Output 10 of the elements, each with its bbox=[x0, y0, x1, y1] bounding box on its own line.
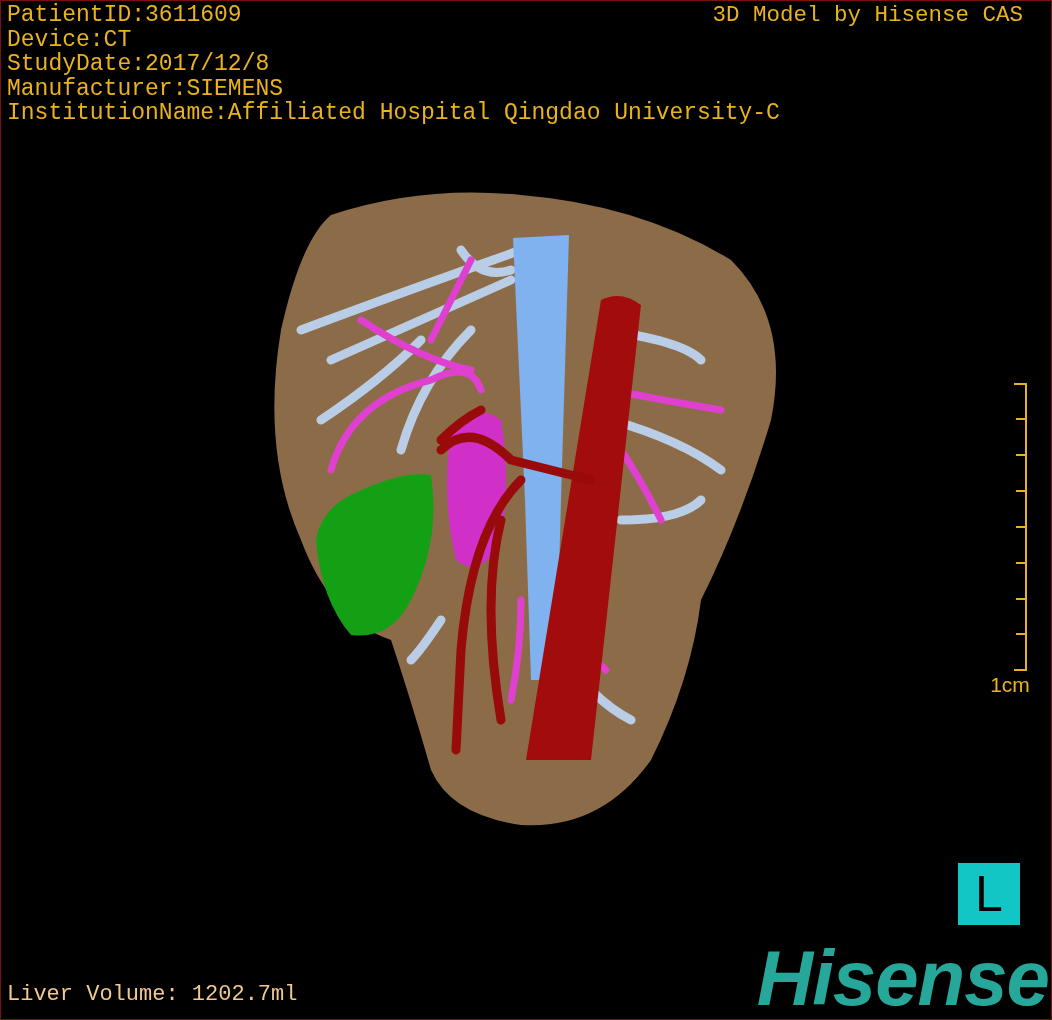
patient-info-line: PatientID:3611609 bbox=[7, 3, 242, 28]
patient-info-line: InstitutionName:Affiliated Hospital Qingdao University-C bbox=[7, 101, 780, 126]
patient-info-line: Device:CT bbox=[7, 27, 132, 52]
brand-logo: Hisense bbox=[756, 943, 1049, 1013]
orientation-marker: L bbox=[958, 863, 1020, 925]
model-title: 3D Model by Hisense CAS bbox=[712, 3, 1023, 28]
liver-volume-text: Liver Volume: 1202.7ml bbox=[7, 983, 298, 1007]
patient-info-line: StudyDate:2017/12/8 bbox=[7, 52, 270, 77]
scale-label: 1cm bbox=[990, 673, 1030, 697]
patient-info-line: Manufacturer:SIEMENS bbox=[7, 76, 284, 101]
